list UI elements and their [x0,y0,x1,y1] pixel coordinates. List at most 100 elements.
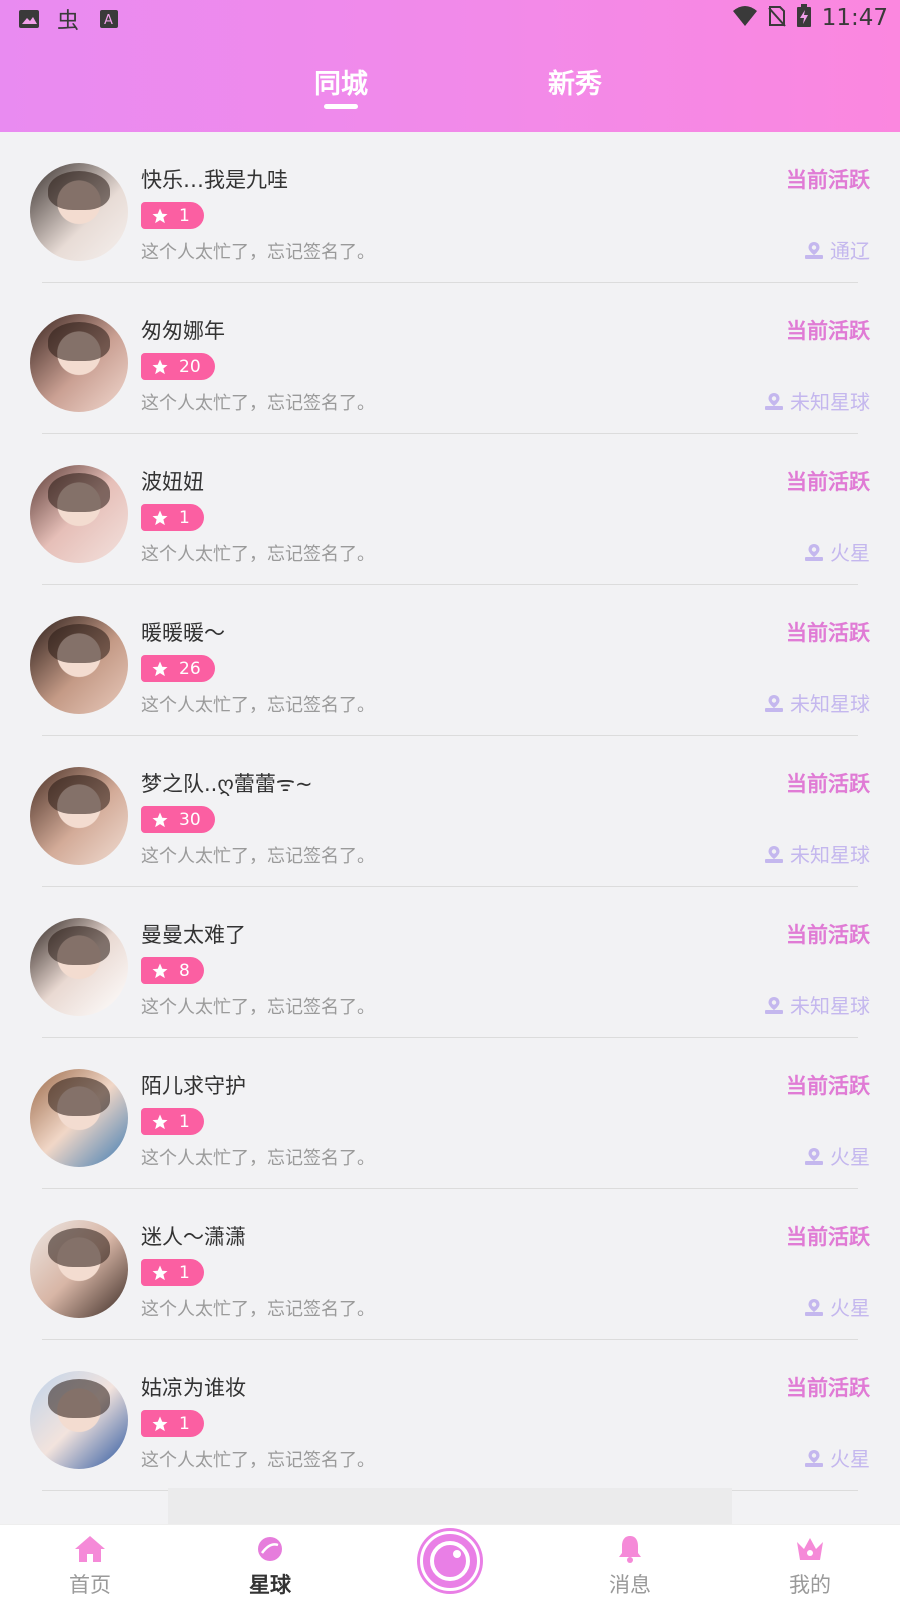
avatar[interactable] [30,616,128,714]
user-name: 姑凉为谁妆 [141,1376,246,1400]
location-text: 未知星球 [790,692,870,716]
gallery-icon [16,6,42,32]
svg-text:虫: 虫 [57,9,79,32]
level-value: 1 [179,1262,190,1283]
location-text: 未知星球 [790,994,870,1018]
list-item[interactable]: 匆匆娜年 当前活跃 20 这个人太忙了，忘记签名了。 未知星球 [0,283,900,434]
nav-home[interactable]: 首页 [30,1525,150,1600]
crown-icon [794,1533,826,1565]
home-icon [74,1533,106,1565]
signature: 这个人太忙了，忘记签名了。 [141,393,375,414]
star-icon [152,359,168,374]
wifi-icon [732,5,758,31]
avatar[interactable] [30,1371,128,1469]
tab-xinxiu[interactable]: 新秀 [548,62,602,101]
status-bar-left: 虫 A [16,6,122,32]
list-item[interactable]: 曼曼太难了 当前活跃 8 这个人太忙了，忘记签名了。 未知星球 [0,887,900,1038]
location-text: 火星 [830,1447,870,1471]
list-item[interactable]: 波妞妞 当前活跃 1 这个人太忙了，忘记签名了。 火星 [0,434,900,585]
level-badge: 1 [141,202,204,229]
location-text: 火星 [830,1296,870,1320]
nav-mine[interactable]: 我的 [750,1525,870,1600]
tab-label: 新秀 [548,69,602,100]
list-item[interactable]: 迷人～潇潇 当前活跃 1 这个人太忙了，忘记签名了。 火星 [0,1189,900,1340]
location: 未知星球 [764,386,870,415]
location-text: 未知星球 [790,843,870,867]
tab-indicator [324,104,358,109]
tab-tongcheng[interactable]: 同城 [314,62,368,109]
top-header: 虫 A 11:47 同城 新秀 [0,0,900,132]
level-badge: 20 [141,353,215,380]
level-badge: 26 [141,655,215,682]
list-item[interactable]: 暖暖暖～ 当前活跃 26 这个人太忙了，忘记签名了。 未知星球 [0,585,900,736]
list-item[interactable]: 陌儿求守护 当前活跃 1 这个人太忙了，忘记签名了。 火星 [0,1038,900,1189]
level-badge: 1 [141,504,204,531]
location-pin-icon [805,1147,823,1165]
star-icon [152,208,168,223]
avatar[interactable] [30,314,128,412]
level-value: 30 [179,809,201,830]
active-status: 当前活跃 [786,1225,870,1249]
level-badge: 8 [141,957,204,984]
level-value: 20 [179,356,201,377]
font-a-icon: A [96,6,122,32]
level-badge: 1 [141,1108,204,1135]
svg-text:A: A [104,13,113,28]
location: 通辽 [804,235,870,264]
bell-icon [615,1533,645,1565]
nav-label: 首页 [69,1573,111,1597]
nav-label: 我的 [789,1573,831,1597]
list-item[interactable]: 姑凉为谁妆 当前活跃 1 这个人太忙了，忘记签名了。 火星 [0,1340,900,1491]
nav-messages[interactable]: 消息 [570,1525,690,1600]
camera-icon [430,1541,470,1581]
star-icon [152,1416,168,1431]
no-sim-icon [767,5,786,31]
location-text: 火星 [830,541,870,565]
active-status: 当前活跃 [786,168,870,192]
location-pin-icon [805,1449,823,1467]
location: 火星 [804,1443,870,1472]
level-value: 26 [179,658,201,679]
location-pin-icon [765,392,783,410]
signature: 这个人太忙了，忘记签名了。 [141,695,375,716]
active-status: 当前活跃 [786,1376,870,1400]
active-status: 当前活跃 [786,772,870,796]
avatar[interactable] [30,918,128,1016]
user-name: 波妞妞 [141,470,204,494]
camera-button[interactable] [420,1531,480,1591]
signature: 这个人太忙了，忘记签名了。 [141,997,375,1018]
list-item[interactable]: 快乐…我是九哇 当前活跃 1 这个人太忙了，忘记签名了。 通辽 [0,132,900,283]
user-list[interactable]: 快乐…我是九哇 当前活跃 1 这个人太忙了，忘记签名了。 通辽 匆匆娜年 当前活… [0,132,900,1524]
avatar[interactable] [30,1069,128,1167]
list-item[interactable]: 梦之队..ღ蕾蕾ᯤ~ 当前活跃 30 这个人太忙了，忘记签名了。 未知星球 [0,736,900,887]
planet-icon [254,1533,286,1565]
location-text: 通辽 [830,239,870,263]
signature: 这个人太忙了，忘记签名了。 [141,544,375,565]
tab-label: 同城 [314,69,368,100]
avatar[interactable] [30,767,128,865]
active-status: 当前活跃 [786,319,870,343]
location: 未知星球 [764,839,870,868]
avatar[interactable] [30,163,128,261]
star-icon [152,812,168,827]
active-status: 当前活跃 [786,1074,870,1098]
star-icon [152,1265,168,1280]
nav-label: 消息 [609,1573,651,1597]
user-name: 暖暖暖～ [141,621,225,645]
bug-icon: 虫 [56,6,82,32]
level-value: 1 [179,205,190,226]
level-badge: 30 [141,806,215,833]
status-time: 11:47 [821,5,888,31]
level-value: 1 [179,1111,190,1132]
avatar[interactable] [30,465,128,563]
star-icon [152,510,168,525]
location-pin-icon [765,845,783,863]
avatar[interactable] [30,1220,128,1318]
signature: 这个人太忙了，忘记签名了。 [141,846,375,867]
star-icon [152,1114,168,1129]
nav-planet[interactable]: 星球 [210,1525,330,1600]
location-pin-icon [805,543,823,561]
location-text: 未知星球 [790,390,870,414]
user-name: 迷人～潇潇 [141,1225,246,1249]
user-name: 曼曼太难了 [141,923,246,947]
